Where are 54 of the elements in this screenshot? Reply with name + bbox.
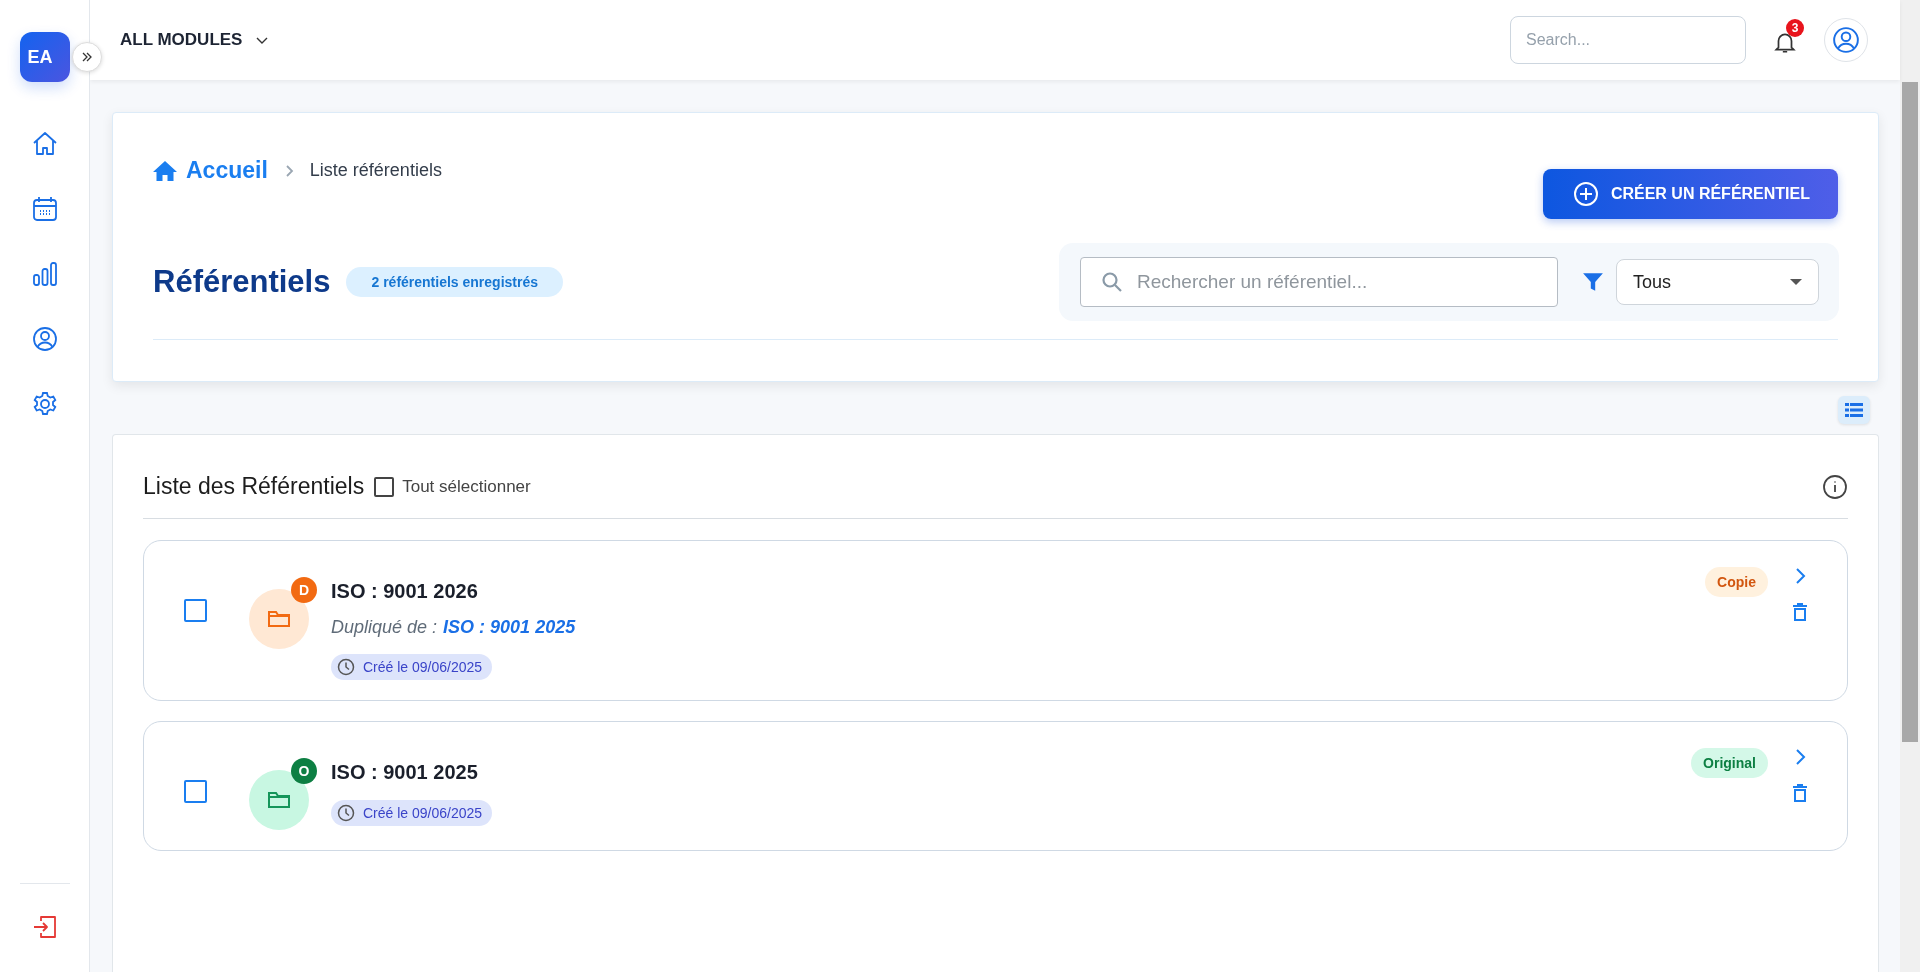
plus-circle-icon	[1572, 181, 1599, 207]
logo-text: EA	[27, 46, 53, 68]
scrollbar[interactable]	[1900, 0, 1920, 972]
notification-count: 3	[1786, 19, 1804, 37]
filter-icon	[1582, 271, 1604, 293]
clock-icon	[337, 658, 355, 676]
home-link-text[interactable]: Accueil	[186, 157, 268, 184]
search-field[interactable]: Rechercher un référentiel...	[1080, 257, 1558, 307]
page-title: Référentiels	[153, 264, 331, 300]
list-title: Liste des Référentiels	[143, 473, 365, 500]
chevron-right-icon[interactable]	[1793, 567, 1807, 585]
search-icon	[1100, 270, 1124, 294]
module-selector[interactable]: ALL MODULES	[120, 30, 271, 50]
type-letter-badge: D	[291, 577, 317, 603]
user-icon[interactable]	[31, 326, 58, 352]
home-breadcrumb-link[interactable]: Accueil	[153, 157, 268, 184]
delete-icon[interactable]	[1793, 784, 1807, 802]
delete-icon[interactable]	[1793, 603, 1807, 621]
filter-select[interactable]: Tous	[1616, 259, 1819, 305]
type-tag: Original	[1691, 748, 1768, 778]
row-checkbox[interactable]	[184, 780, 207, 803]
chevron-right-icon[interactable]	[1793, 748, 1807, 766]
user-avatar-button[interactable]	[1824, 18, 1868, 62]
referential-title: ISO : 9001 2025	[331, 761, 479, 784]
search-field[interactable]: Search...	[1510, 16, 1746, 64]
breadcrumb-current: Liste référentiels	[309, 160, 442, 181]
created-date: Créé le 09/06/2025	[331, 800, 493, 826]
expand-sidebar-button[interactable]	[71, 42, 102, 72]
count-badge: 2 référentiels enregistrés	[346, 267, 563, 297]
chevron-right-icon	[283, 163, 294, 178]
clock-icon	[337, 804, 355, 822]
home-icon[interactable]	[31, 131, 58, 157]
duplicated-label: Dupliqué de :	[331, 617, 438, 638]
calendar-icon[interactable]	[31, 196, 58, 222]
dropdown-arrow-icon	[1790, 278, 1802, 286]
row-checkbox[interactable]	[184, 599, 207, 622]
logo-background[interactable]: EA	[19, 32, 70, 82]
home-icon	[153, 159, 177, 182]
create-button[interactable]: CRÉER UN RÉFÉRENTIEL	[1542, 169, 1838, 219]
folder-glyph	[268, 791, 290, 809]
list-view-button[interactable]	[1838, 396, 1870, 424]
source-link[interactable]: ISO : 9001 2025	[443, 617, 576, 638]
list-icon	[1845, 403, 1863, 417]
info-icon[interactable]	[1822, 473, 1848, 500]
settings-icon[interactable]	[31, 391, 58, 417]
bar-chart-icon[interactable]	[31, 261, 58, 287]
folder-glyph	[268, 610, 290, 628]
type-letter-badge: O	[291, 758, 317, 784]
select-all-checkbox[interactable]: Tout sélectionner	[374, 476, 531, 497]
logout-icon[interactable]	[31, 914, 58, 940]
user-icon	[1832, 26, 1860, 54]
referential-title: ISO : 9001 2026	[331, 580, 479, 603]
created-date: Créé le 09/06/2025	[331, 654, 493, 680]
type-tag: Copie	[1705, 567, 1768, 597]
